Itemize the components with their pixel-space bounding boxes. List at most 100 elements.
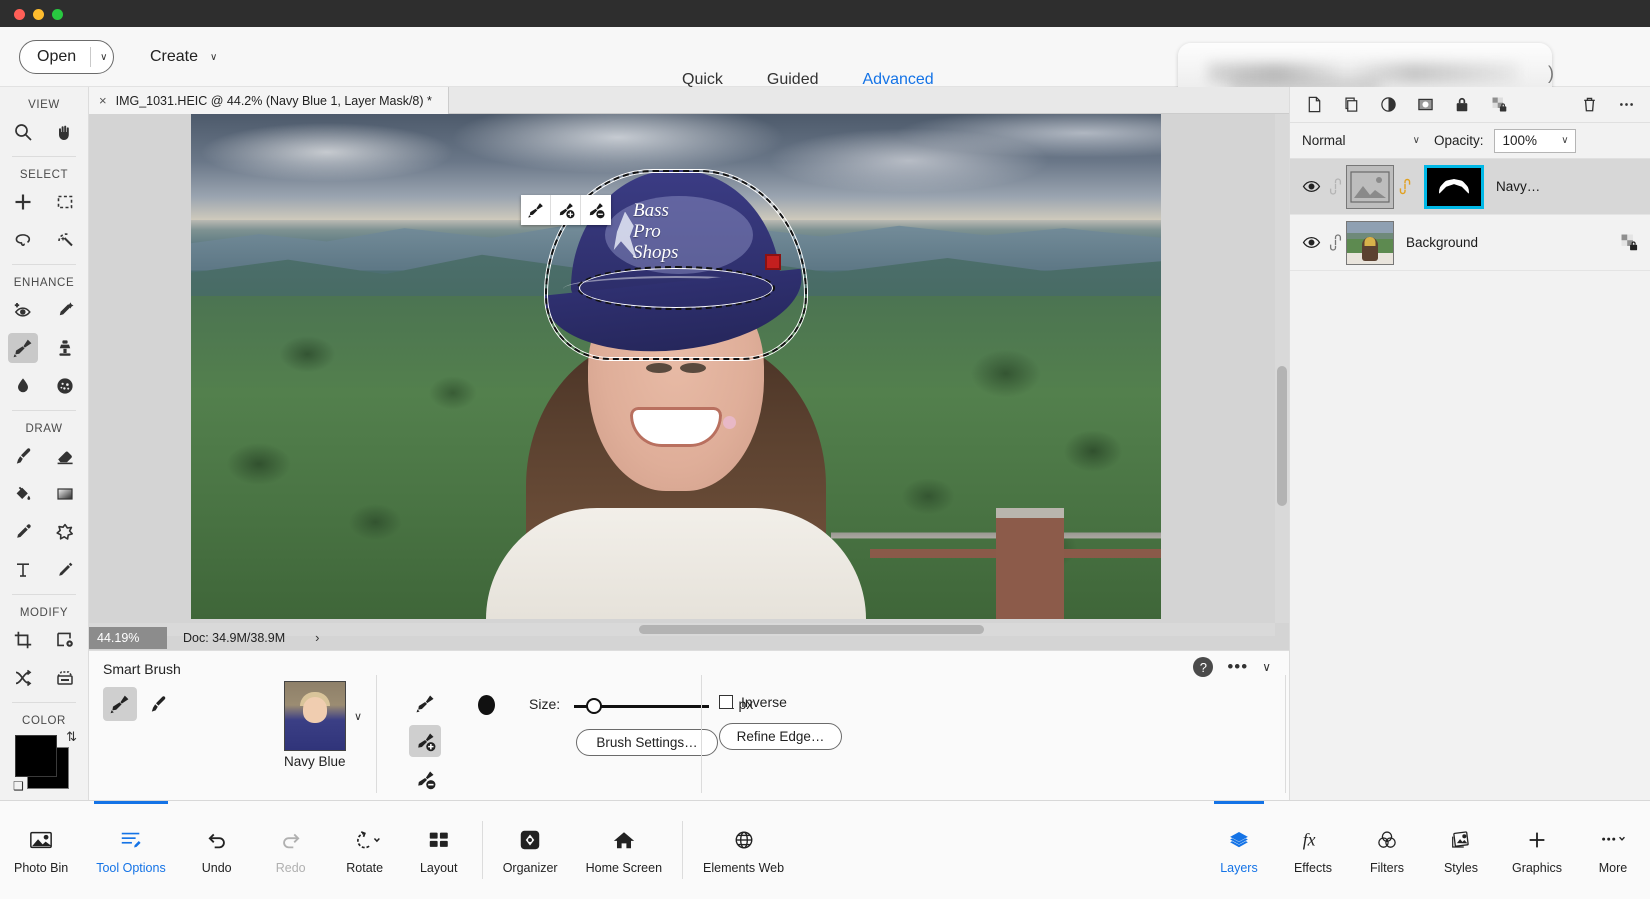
zoom-level-field[interactable]: 44.19%	[89, 627, 167, 649]
straighten-tool[interactable]	[50, 663, 80, 693]
taskbar-styles[interactable]: Styles	[1424, 801, 1498, 899]
layer-mask-icon[interactable]	[1415, 95, 1435, 115]
default-colors-icon[interactable]: ❑	[13, 779, 24, 793]
vertical-scrollbar-thumb[interactable]	[1277, 366, 1287, 506]
layer-link-icon[interactable]	[1324, 234, 1346, 251]
rectangular-marquee-tool[interactable]	[50, 187, 80, 217]
smart-brush-preset-picker[interactable]: ∨	[284, 681, 362, 751]
layer-thumbnail[interactable]	[1346, 221, 1394, 265]
zoom-tool[interactable]	[8, 117, 38, 147]
smart-brush-tool[interactable]	[8, 333, 38, 363]
taskbar-graphics[interactable]: Graphics	[1498, 801, 1576, 899]
taskbar-elements-web[interactable]: Elements Web	[689, 801, 798, 899]
layer-row-background[interactable]: Background	[1290, 215, 1650, 271]
taskbar-layers[interactable]: Layers	[1202, 801, 1276, 899]
taskbar-more[interactable]: More	[1576, 801, 1650, 899]
delete-layer-icon[interactable]	[1579, 95, 1599, 115]
lock-all-icon[interactable]	[1452, 95, 1472, 115]
layer-thumbnail[interactable]	[1346, 165, 1394, 209]
new-selection-mode-button[interactable]	[409, 687, 441, 719]
open-button[interactable]: Open ∨	[19, 40, 114, 74]
subtract-from-selection-mode-button[interactable]	[409, 763, 441, 795]
brush-tool[interactable]	[8, 441, 38, 471]
more-options-icon[interactable]: •••	[1227, 657, 1248, 677]
minimize-window-button[interactable]	[33, 9, 44, 20]
add-to-selection-mode-button[interactable]	[409, 725, 441, 757]
blend-mode-select[interactable]: Normal ∨	[1302, 129, 1420, 153]
crop-tool[interactable]	[8, 625, 38, 655]
layer-visibility-icon[interactable]	[1298, 233, 1324, 252]
pencil-tool[interactable]	[50, 555, 80, 585]
taskbar-undo[interactable]: Undo	[180, 801, 254, 899]
custom-shape-tool[interactable]	[50, 517, 80, 547]
smart-brush-new-selection-pin-button[interactable]	[521, 195, 551, 225]
panel-options-icon[interactable]	[1616, 95, 1636, 115]
smart-brush-subtract-from-selection-pin-button[interactable]	[581, 195, 611, 225]
image-canvas[interactable]: Bass Pro Shops	[191, 114, 1161, 619]
inverse-checkbox-row[interactable]: Inverse	[719, 694, 787, 710]
quick-selection-tool[interactable]	[50, 225, 80, 255]
move-tool[interactable]	[8, 187, 38, 217]
eraser-tool[interactable]	[50, 441, 80, 471]
brush-size-slider-knob[interactable]	[586, 698, 602, 714]
brush-preset-picker[interactable]	[478, 695, 495, 715]
taskbar-home-screen[interactable]: Home Screen	[572, 801, 676, 899]
brush-size-slider[interactable]	[574, 705, 709, 708]
clone-stamp-tool[interactable]	[50, 333, 80, 363]
adjustment-layer-icon[interactable]	[1378, 95, 1398, 115]
chevron-down-icon[interactable]: ∨	[354, 710, 362, 723]
taskbar-tool-options[interactable]: Tool Options	[82, 801, 179, 899]
maximize-window-button[interactable]	[52, 9, 63, 20]
lasso-tool[interactable]	[8, 225, 38, 255]
smart-brush-mode-buttons	[103, 687, 175, 721]
smart-brush-floating-pin[interactable]	[521, 195, 611, 225]
taskbar-layout[interactable]: Layout	[402, 801, 476, 899]
document-tab[interactable]: × IMG_1031.HEIC @ 44.2% (Navy Blue 1, La…	[89, 87, 449, 114]
type-tool[interactable]	[8, 555, 38, 585]
taskbar-filters[interactable]: Filters	[1350, 801, 1424, 899]
smart-brush-add-to-selection-pin-button[interactable]	[551, 195, 581, 225]
taskbar-organizer[interactable]: Organizer	[489, 801, 572, 899]
layer-visibility-icon[interactable]	[1298, 177, 1324, 196]
layer-mask-thumbnail[interactable]	[1424, 165, 1484, 209]
color-picker-tool[interactable]	[8, 517, 38, 547]
layer-link-icon[interactable]	[1324, 178, 1346, 195]
taskbar-redo[interactable]: Redo	[254, 801, 328, 899]
cap-red-tag	[765, 254, 781, 270]
chevron-down-icon[interactable]: ∨	[100, 52, 107, 63]
lock-transparency-icon[interactable]	[1489, 95, 1509, 115]
hand-tool[interactable]	[50, 117, 80, 147]
sponge-tool[interactable]	[50, 371, 80, 401]
brush-settings-button[interactable]: Brush Settings…	[576, 729, 718, 756]
gradient-tool[interactable]	[50, 479, 80, 509]
close-icon[interactable]: ×	[99, 93, 107, 108]
new-layer-icon[interactable]	[1304, 95, 1324, 115]
mask-link-icon[interactable]	[1394, 178, 1416, 195]
create-button[interactable]: Create ∨	[144, 40, 223, 74]
layer-row-navy-blue[interactable]: Navy…	[1290, 159, 1650, 215]
content-aware-move-tool[interactable]	[8, 663, 38, 693]
spot-healing-brush-tool[interactable]	[50, 295, 80, 325]
help-icon[interactable]: ?	[1193, 657, 1213, 677]
taskbar-photo-bin[interactable]: Photo Bin	[0, 801, 82, 899]
duplicate-layer-icon[interactable]	[1341, 95, 1361, 115]
smart-brush-mode-button[interactable]	[103, 687, 137, 721]
taskbar-effects[interactable]: fx Effects	[1276, 801, 1350, 899]
canvas-area[interactable]: Bass Pro Shops	[89, 87, 1289, 650]
swap-colors-icon[interactable]: ⇅	[66, 729, 77, 745]
taskbar-rotate[interactable]: Rotate	[328, 801, 402, 899]
red-eye-removal-tool[interactable]	[8, 295, 38, 325]
close-window-button[interactable]	[14, 9, 25, 20]
foreground-color-swatch[interactable]	[15, 735, 57, 777]
paint-bucket-tool[interactable]	[8, 479, 38, 509]
blur-tool[interactable]	[8, 371, 38, 401]
refine-edge-button[interactable]: Refine Edge…	[719, 723, 842, 750]
detail-smart-brush-mode-button[interactable]	[141, 687, 175, 721]
canvas-vertical-scrollbar[interactable]	[1275, 114, 1289, 623]
recompose-tool[interactable]	[50, 625, 80, 655]
preset-thumbnail[interactable]	[284, 681, 346, 751]
chevron-right-icon[interactable]: ›	[285, 630, 319, 645]
collapse-panel-icon[interactable]: ∨	[1262, 660, 1271, 674]
inverse-checkbox[interactable]	[719, 695, 733, 709]
opacity-input[interactable]: 100% ∨	[1494, 129, 1576, 153]
